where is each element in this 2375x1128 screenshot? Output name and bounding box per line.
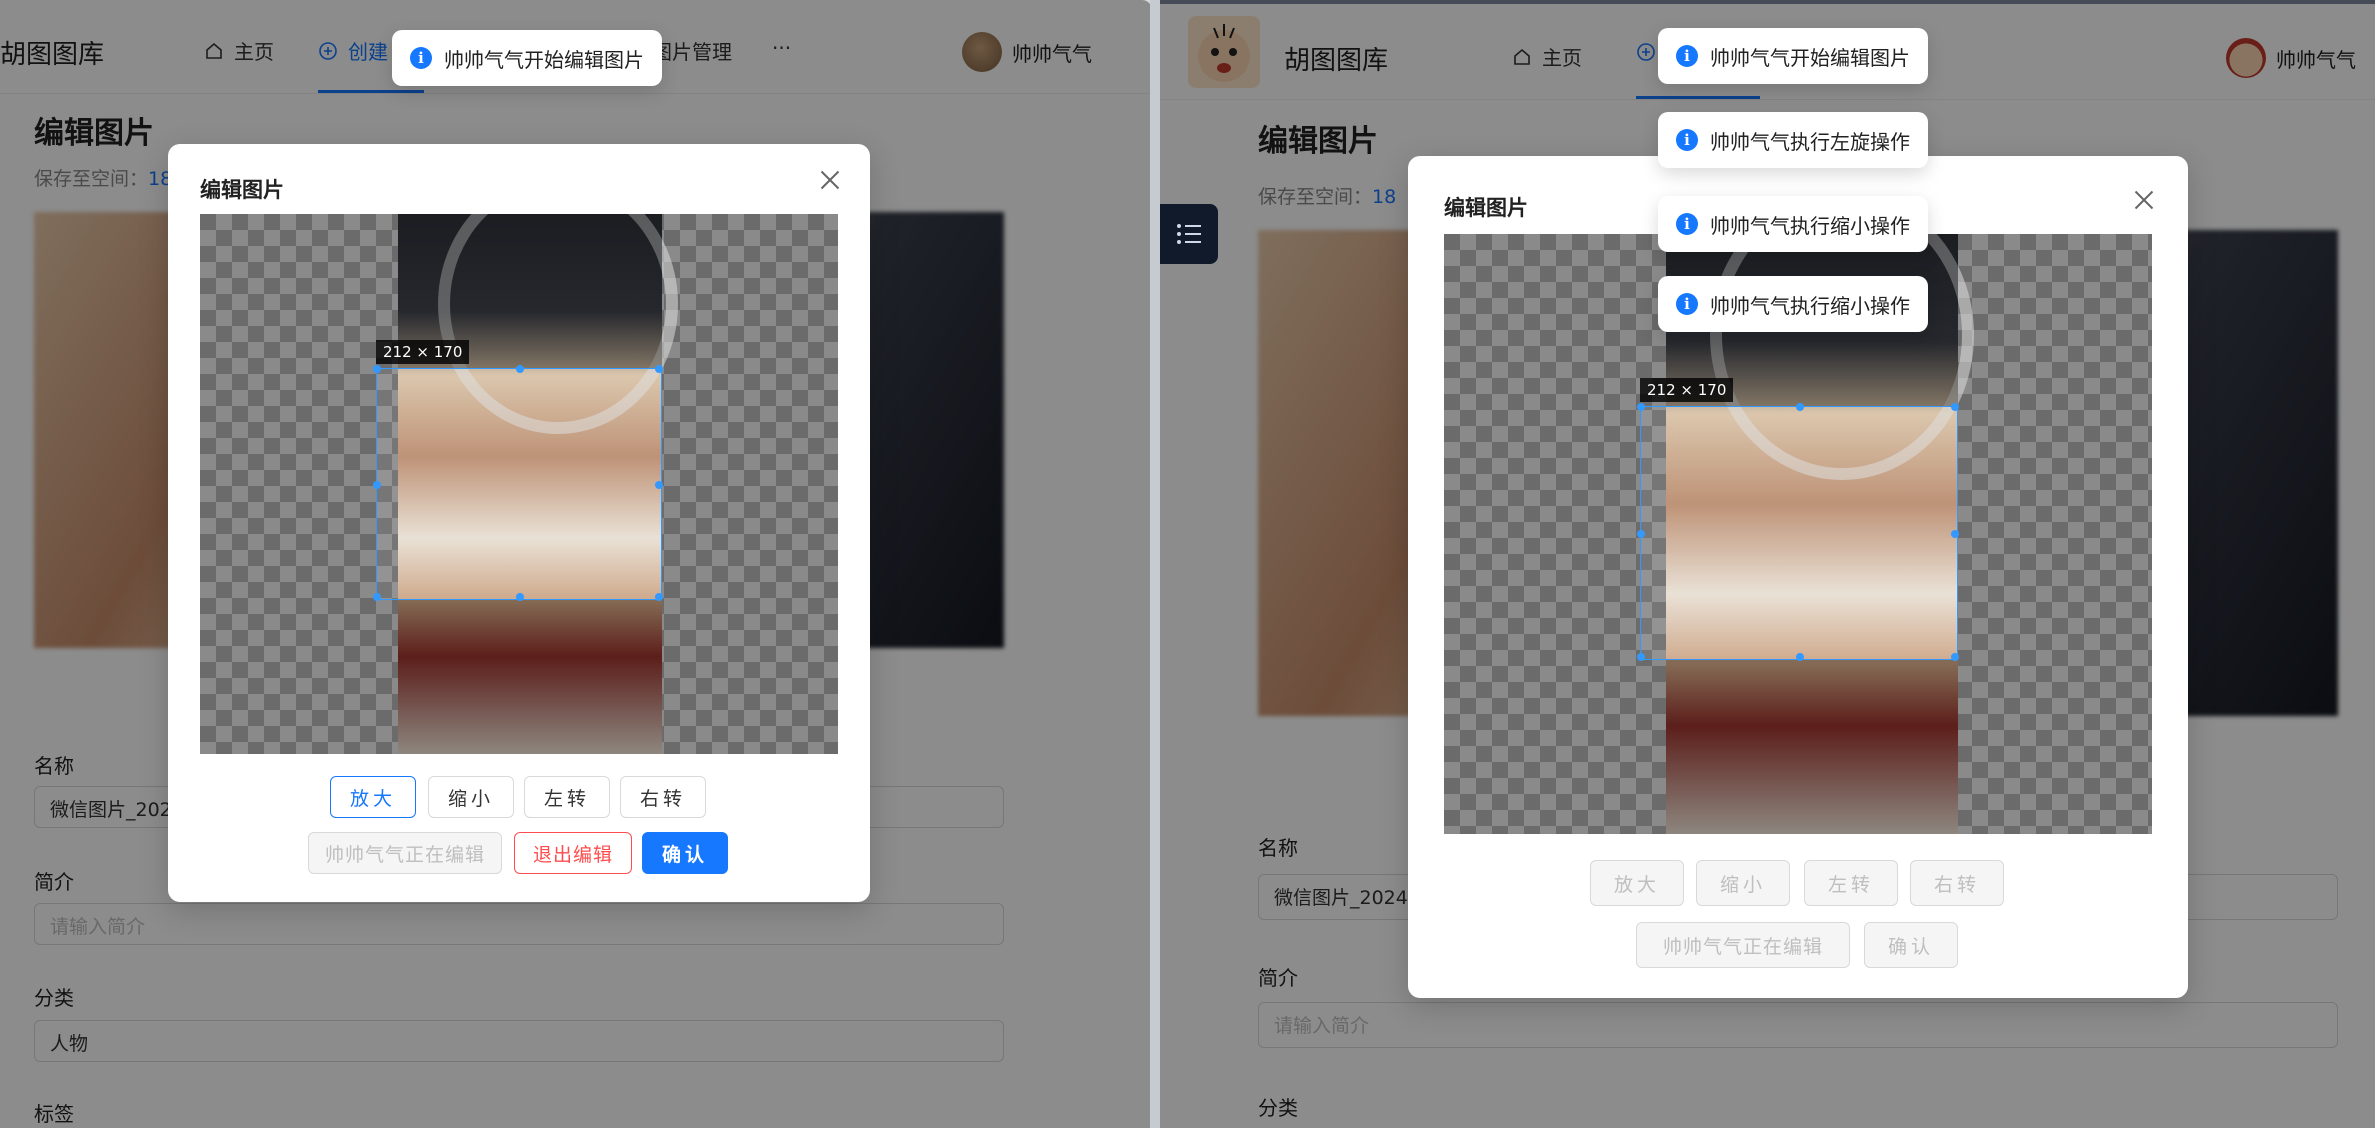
crop-handle-sw[interactable]	[373, 593, 381, 601]
rotate-right-button[interactable]: 右转	[1910, 860, 2004, 906]
crop-handle-sw[interactable]	[1637, 653, 1645, 661]
crop-handle-s[interactable]	[516, 593, 524, 601]
toast-text: 帅帅气气执行缩小操作	[1710, 293, 1910, 318]
crop-handle-s[interactable]	[1796, 653, 1804, 661]
toast-message: i 帅帅气气执行左旋操作	[1658, 112, 1928, 168]
toast-message: i 帅帅气气执行缩小操作	[1658, 196, 1928, 252]
modal-title: 编辑图片	[200, 178, 284, 202]
zoom-in-button[interactable]: 放大	[330, 776, 416, 818]
info-icon: i	[1676, 213, 1698, 235]
info-icon: i	[1676, 293, 1698, 315]
left-window: 胡图图库 主页 创建 图片管理 ··· 帅帅气气 编辑图片 保存至空间：18 名…	[0, 0, 1152, 1128]
confirm-button[interactable]: 确认	[1864, 922, 1958, 968]
toast-text: 帅帅气气执行缩小操作	[1710, 213, 1910, 238]
toast-message: i 帅帅气气执行缩小操作	[1658, 276, 1928, 332]
crop-handle-n[interactable]	[516, 365, 524, 373]
crop-handle-nw[interactable]	[373, 365, 381, 373]
crop-box[interactable]	[373, 365, 663, 601]
crop-handle-w[interactable]	[1637, 530, 1645, 538]
crop-size-label: 212 × 170	[1640, 378, 1734, 402]
zoom-in-button[interactable]: 放大	[1590, 860, 1684, 906]
crop-handle-w[interactable]	[373, 481, 381, 489]
edit-modal: 编辑图片 212 × 170	[168, 144, 870, 902]
crop-handle-ne[interactable]	[655, 365, 663, 373]
list-icon	[1177, 224, 1201, 244]
crop-size-label: 212 × 170	[376, 340, 470, 364]
toast-message: i 帅帅气气开始编辑图片	[392, 30, 662, 86]
screen: 胡图图库 主页 创建 图片管理 ··· 帅帅气气 编辑图片 保存至空间：18 名…	[0, 0, 2375, 1128]
info-icon: i	[1676, 129, 1698, 151]
crop-handle-se[interactable]	[655, 593, 663, 601]
info-icon: i	[410, 47, 432, 69]
close-icon[interactable]	[2130, 186, 2158, 214]
editing-status-button: 帅帅气气正在编辑	[308, 832, 502, 874]
crop-handle-nw[interactable]	[1637, 403, 1645, 411]
modal-title: 编辑图片	[1444, 196, 1528, 220]
toast-message: i 帅帅气气开始编辑图片	[1658, 28, 1928, 84]
crop-handle-ne[interactable]	[1951, 403, 1959, 411]
sidebar-toggle-button[interactable]	[1160, 204, 1218, 264]
rotate-left-button[interactable]: 左转	[1804, 860, 1898, 906]
crop-shade-bottom	[1666, 660, 1958, 834]
crop-box[interactable]	[1637, 403, 1959, 661]
info-icon: i	[1676, 45, 1698, 67]
zoom-out-button[interactable]: 缩小	[1696, 860, 1790, 906]
crop-handle-e[interactable]	[1951, 530, 1959, 538]
zoom-out-button[interactable]: 缩小	[428, 776, 514, 818]
close-icon[interactable]	[816, 166, 844, 194]
toast-text: 帅帅气气开始编辑图片	[444, 47, 644, 72]
rotate-right-button[interactable]: 右转	[620, 776, 706, 818]
image-cropper[interactable]: 212 × 170	[200, 214, 838, 754]
crop-shade-bottom	[398, 600, 662, 754]
toast-text: 帅帅气气开始编辑图片	[1710, 45, 1910, 70]
toast-text: 帅帅气气执行左旋操作	[1710, 129, 1910, 154]
crop-handle-e[interactable]	[655, 481, 663, 489]
crop-handle-n[interactable]	[1796, 403, 1804, 411]
rotate-left-button[interactable]: 左转	[524, 776, 610, 818]
editing-status-button: 帅帅气气正在编辑	[1636, 922, 1850, 968]
right-window: 胡图图库 主页 帅帅气气 编辑图片 保存至空间：18 名称 微信图片_2024 …	[1160, 0, 2375, 1128]
exit-edit-button[interactable]: 退出编辑	[514, 832, 632, 874]
confirm-button[interactable]: 确认	[642, 832, 728, 874]
crop-handle-se[interactable]	[1951, 653, 1959, 661]
